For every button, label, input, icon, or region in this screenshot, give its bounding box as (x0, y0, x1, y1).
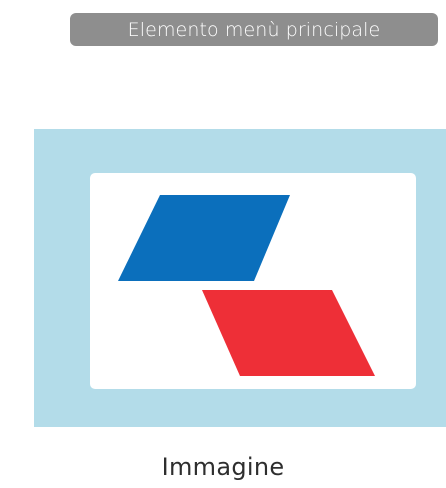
image-card (90, 173, 416, 389)
image-caption: Immagine (161, 453, 285, 481)
image-frame (34, 129, 446, 427)
image-placeholder-icon (118, 195, 375, 376)
red-parallelogram (202, 290, 375, 376)
main-menu-item[interactable]: Elemento menù principale (70, 13, 438, 46)
blue-parallelogram (118, 195, 290, 281)
